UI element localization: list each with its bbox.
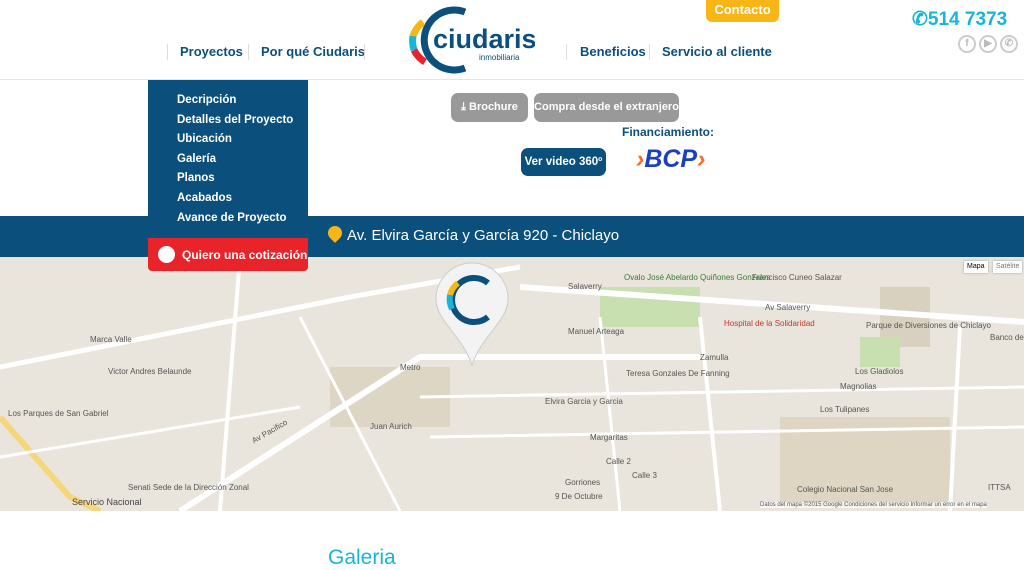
header: Proyectos Por qué Ciudaris ciudaris inmo… bbox=[0, 0, 1024, 80]
map-label: Elvira Garcia y Garcia bbox=[545, 397, 623, 406]
map-label: Metro bbox=[400, 363, 421, 372]
menu-item-avance[interactable]: Avance de Proyecto bbox=[177, 212, 308, 232]
brochure-label: Brochure bbox=[469, 101, 518, 113]
divider bbox=[167, 44, 168, 60]
divider bbox=[649, 44, 650, 60]
phone-icon: ✆ bbox=[912, 9, 928, 30]
phone-number[interactable]: ✆514 7373 bbox=[912, 8, 1007, 31]
youtube-icon[interactable]: ▶ bbox=[979, 35, 997, 53]
map-attribution[interactable]: Datos del mapa ©2015 Google Condiciones … bbox=[760, 502, 987, 508]
map-label: Salaverry bbox=[568, 282, 602, 291]
svg-text:ciudaris: ciudaris bbox=[433, 24, 535, 54]
menu-item-ubicacion[interactable]: Ubicación bbox=[177, 133, 308, 153]
menu-item-detalles[interactable]: Detalles del Proyecto bbox=[177, 114, 308, 134]
project-submenu: Decripción Detalles del Proyecto Ubicaci… bbox=[148, 80, 308, 236]
divider bbox=[364, 44, 365, 60]
map-label: Juan Aurich bbox=[370, 422, 412, 431]
map-label: Hospital de la Solidaridad bbox=[724, 319, 815, 328]
quote-label: Quiero una cotización bbox=[182, 248, 308, 262]
nav-por-que-ciudaris[interactable]: Por qué Ciudaris bbox=[261, 44, 365, 59]
quote-button[interactable]: Quiero una cotización bbox=[148, 238, 308, 271]
buy-abroad-button[interactable]: Compra desde el extranjero bbox=[534, 93, 679, 122]
bcp-text: BCP bbox=[644, 145, 698, 173]
map-label: 9 De Octubre bbox=[555, 492, 603, 501]
map-label: Manuel Arteaga bbox=[568, 327, 625, 336]
map-label: Calle 3 bbox=[632, 471, 657, 480]
gallery-title: Galeria bbox=[328, 546, 396, 569]
map[interactable]: Salaverry Francisco Cuneo Salazar Av Sal… bbox=[0, 257, 1024, 511]
brochure-button[interactable]: ⤓ Brochure bbox=[451, 93, 528, 122]
map-label: Los Parques de San Gabriel bbox=[8, 409, 109, 418]
map-label: Margaritas bbox=[590, 433, 628, 442]
svg-text:inmobiliaria: inmobiliaria bbox=[479, 53, 520, 62]
map-type-satellite[interactable]: Satélite bbox=[993, 261, 1023, 273]
facebook-icon[interactable]: f bbox=[958, 35, 976, 53]
map-label: Los Gladiolos bbox=[855, 367, 904, 376]
logo[interactable]: ciudaris inmobiliaria bbox=[405, 4, 537, 81]
download-icon: ⤓ bbox=[461, 101, 469, 113]
contact-button[interactable]: Contacto bbox=[706, 0, 779, 22]
map-label: Av Salaverry bbox=[765, 303, 811, 312]
ciudaris-map-marker-icon[interactable] bbox=[430, 259, 514, 369]
nav-beneficios[interactable]: Beneficios bbox=[580, 44, 646, 59]
map-label: Colegio Nacional San Jose bbox=[797, 485, 894, 494]
map-label: Senati Sede de la Dirección Zonal bbox=[128, 483, 249, 492]
map-label: Ovalo José Abelardo Quiñones Gonzales bbox=[624, 273, 771, 282]
map-type-map[interactable]: Mapa bbox=[964, 261, 988, 273]
nav-servicio-al-cliente[interactable]: Servicio al cliente bbox=[662, 44, 772, 59]
map-label: Banco de bbox=[990, 333, 1024, 342]
whatsapp-icon[interactable]: ✆ bbox=[1000, 35, 1018, 53]
map-label: Servicio Nacional bbox=[72, 497, 142, 507]
map-label: Zamulla bbox=[700, 353, 729, 362]
menu-item-planos[interactable]: Planos bbox=[177, 172, 308, 192]
menu-item-descripcion[interactable]: Decripción bbox=[177, 94, 308, 114]
map-label: Calle 2 bbox=[606, 457, 631, 466]
map-label: Magnolias bbox=[840, 382, 877, 391]
phone-text: 514 7373 bbox=[927, 9, 1008, 30]
bcp-logo: ›BCP› bbox=[636, 145, 706, 173]
menu-item-acabados[interactable]: Acabados bbox=[177, 192, 308, 212]
map-label: Gorriones bbox=[565, 478, 601, 487]
nav-proyectos[interactable]: Proyectos bbox=[180, 44, 243, 59]
divider bbox=[248, 44, 249, 60]
map-label: Teresa Gonzales De Fanning bbox=[626, 369, 730, 378]
map-label: Los Tulipanes bbox=[820, 405, 870, 414]
map-label: ITTSA bbox=[988, 483, 1011, 492]
video-360-button[interactable]: Ver video 360º bbox=[521, 148, 606, 176]
map-label: Marca Valle bbox=[90, 335, 132, 344]
menu-item-galeria[interactable]: Galería bbox=[177, 153, 308, 173]
financing-label: Financiamiento: bbox=[622, 125, 715, 139]
map-label: Victor Andres Belaunde bbox=[108, 367, 192, 376]
map-label: Parque de Diversiones de Chiclayo bbox=[866, 321, 991, 330]
divider bbox=[566, 44, 567, 60]
calculator-icon bbox=[158, 246, 175, 263]
address-text: Av. Elvira García y García 920 - Chiclay… bbox=[347, 227, 620, 244]
